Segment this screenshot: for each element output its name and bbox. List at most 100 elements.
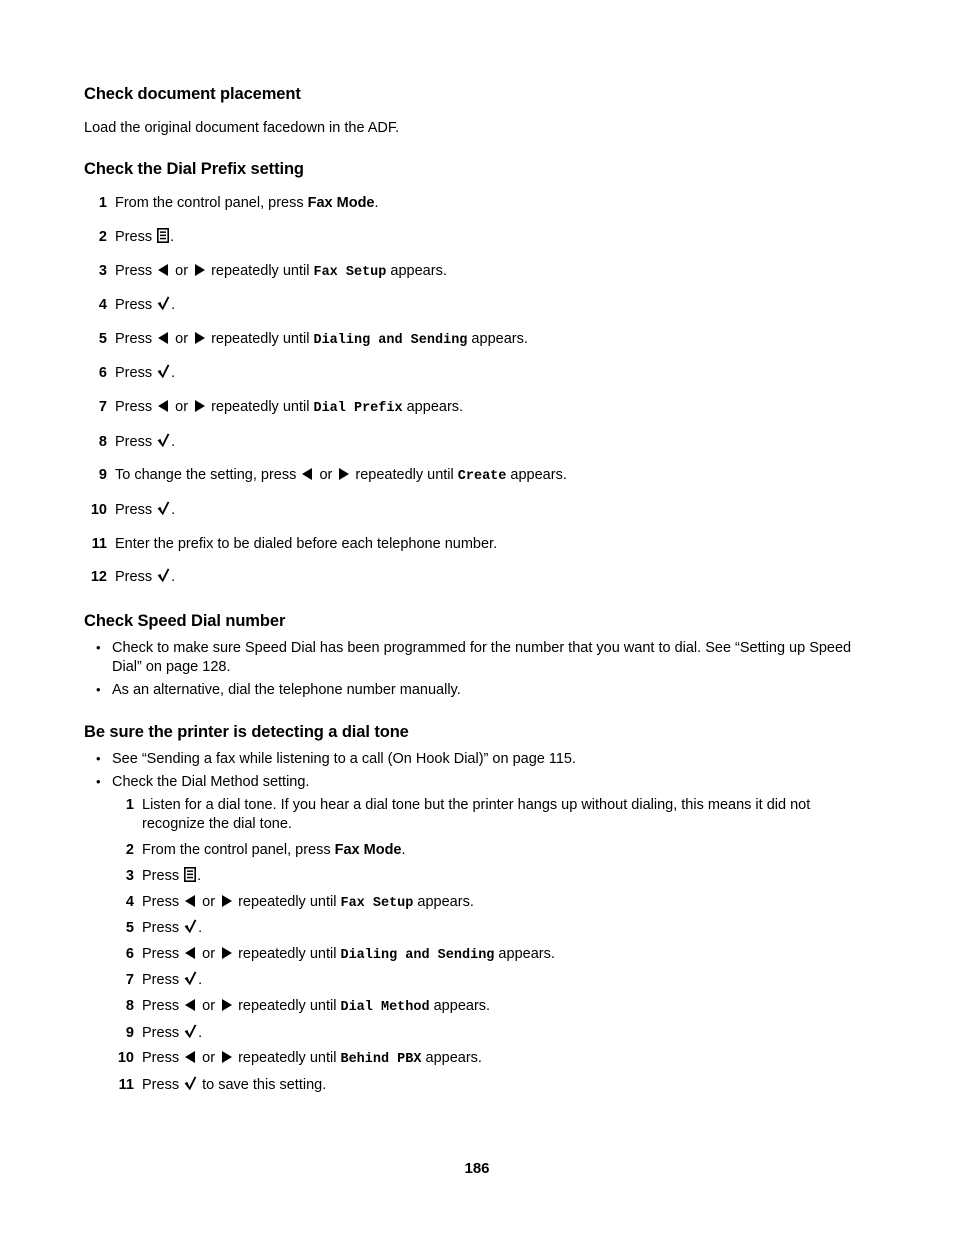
step-item: 2 Press . — [84, 227, 870, 247]
lcd-display-text: Fax Setup — [313, 264, 387, 280]
step-text: Press to save this setting. — [142, 1076, 327, 1093]
step-item: 1 Listen for a dial tone. If you hear a d… — [112, 796, 870, 835]
section-heading-document-placement: Check document placement — [84, 85, 301, 103]
step-text: Press . — [115, 568, 176, 586]
step-item: 11 Enter the prefix to be dialed before e… — [84, 535, 870, 554]
step-number: 8 — [125, 998, 134, 1015]
arrow-left-icon — [184, 998, 197, 1012]
arrow-right-icon — [337, 467, 350, 481]
step-item: 9 Press . — [112, 1024, 870, 1043]
step-number: 4 — [98, 297, 107, 314]
step-item: 6 Press or repeatedly until Dialing and S… — [112, 945, 870, 965]
step-item: 6 Press . — [84, 364, 870, 383]
check-icon — [184, 919, 197, 934]
check-icon — [184, 1076, 197, 1091]
step-text: Press . — [115, 296, 176, 314]
step-text: Press or repeatedly until Dialing and Se… — [142, 945, 555, 963]
step-number: 3 — [125, 867, 134, 884]
bullet-item: • Check the Dial Method setting. — [84, 773, 870, 792]
step-text: Press or repeatedly until Fax Setup appe… — [115, 262, 447, 280]
bullet-text: See “Sending a fax while listening to a … — [112, 750, 576, 767]
menu-icon — [157, 227, 170, 243]
arrow-left-icon — [184, 946, 197, 960]
step-text: To change the setting, press or repeated… — [115, 467, 567, 485]
or-label: or — [202, 893, 216, 910]
step-item: 8 Press or repeatedly until Dial Method a… — [112, 997, 870, 1017]
step-text: Press or repeatedly until Behind PBX app… — [142, 1050, 482, 1068]
arrow-right-icon — [220, 946, 233, 960]
step-number: 1 — [125, 797, 134, 814]
check-icon — [157, 568, 170, 583]
check-icon — [157, 433, 170, 448]
section-heading-dial-tone: Be sure the printer is detecting a dial … — [84, 722, 409, 741]
arrow-right-icon — [193, 331, 206, 345]
bullet-list-dial-tone: • See “Sending a fax while listening to a… — [84, 750, 870, 793]
section-heading-speed-dial: Check Speed Dial number — [84, 612, 286, 631]
step-item: 10 Press . — [84, 501, 870, 520]
or-label: or — [175, 262, 189, 279]
lcd-display-text: Dialing and Sending — [313, 332, 468, 348]
bullet-list-speed-dial: • Check to make sure Speed Dial has been … — [84, 639, 870, 701]
check-icon — [157, 296, 170, 311]
step-number: 9 — [98, 467, 107, 484]
step-text: Press . — [142, 866, 202, 884]
manual-page: Check document placement Load the origin… — [0, 0, 954, 1235]
menu-icon — [184, 866, 197, 882]
arrow-right-icon — [193, 263, 206, 277]
arrow-left-icon — [157, 263, 170, 277]
arrow-right-icon — [220, 998, 233, 1012]
step-item: 5 Press or repeatedly until Dialing and S… — [84, 330, 870, 350]
step-text: Press . — [115, 227, 175, 245]
step-number: 10 — [90, 501, 107, 518]
step-text: Press . — [115, 501, 176, 518]
section-body-document-placement: Load the original document facedown in t… — [84, 119, 400, 136]
step-number: 5 — [125, 920, 134, 937]
step-number: 9 — [125, 1024, 134, 1041]
arrow-right-icon — [220, 1050, 233, 1064]
lcd-display-text: Behind PBX — [340, 1052, 422, 1068]
step-text: Press or repeatedly until Dial Prefix ap… — [115, 399, 464, 417]
steps-list-dial-prefix: 1 From the control panel, press Fax Mode.… — [84, 194, 870, 588]
step-number: 6 — [125, 945, 134, 962]
step-number: 10 — [117, 1050, 134, 1067]
step-item: 2 From the control panel, press Fax Mode. — [112, 841, 870, 860]
section-heading-dial-prefix: Check the Dial Prefix setting — [84, 160, 304, 179]
step-text: Press . — [142, 1024, 203, 1041]
check-icon — [184, 1024, 197, 1039]
step-text: Press . — [115, 433, 176, 450]
check-icon — [184, 971, 197, 986]
step-item: 8 Press . — [84, 433, 870, 452]
step-number: 7 — [98, 399, 107, 416]
step-item: 4 Press or repeatedly until Fax Setup app… — [112, 893, 870, 913]
bullet-item: • As an alternative, dial the telephone n… — [84, 681, 870, 700]
or-label: or — [202, 1050, 216, 1067]
step-text: From the control panel, press Fax Mode. — [115, 195, 379, 212]
bullet-dot-icon: • — [96, 773, 101, 789]
arrow-left-icon — [184, 1050, 197, 1064]
step-number: 11 — [91, 535, 107, 552]
step-number: 1 — [98, 195, 107, 212]
arrow-left-icon — [184, 894, 197, 908]
step-text: Press . — [142, 971, 203, 989]
step-number: 3 — [98, 262, 107, 279]
arrow-left-icon — [157, 399, 170, 413]
step-item: 1 From the control panel, press Fax Mode. — [84, 194, 870, 213]
arrow-left-icon — [157, 331, 170, 345]
lcd-display-text: Create — [457, 469, 507, 485]
or-label: or — [202, 945, 216, 962]
lcd-display-text: Dial Method — [340, 1000, 430, 1016]
bullet-item: • Check to make sure Speed Dial has been … — [84, 639, 870, 678]
step-text: Press . — [115, 364, 176, 382]
or-label: or — [202, 998, 216, 1015]
button-name: Fax Mode — [307, 195, 375, 212]
step-text: Press or repeatedly until Fax Setup appe… — [142, 893, 474, 911]
or-label: or — [175, 330, 189, 347]
step-text: Press . — [142, 919, 203, 937]
step-number: 2 — [98, 228, 107, 245]
step-text: Press or repeatedly until Dial Method ap… — [142, 998, 491, 1016]
or-label: or — [319, 467, 333, 484]
